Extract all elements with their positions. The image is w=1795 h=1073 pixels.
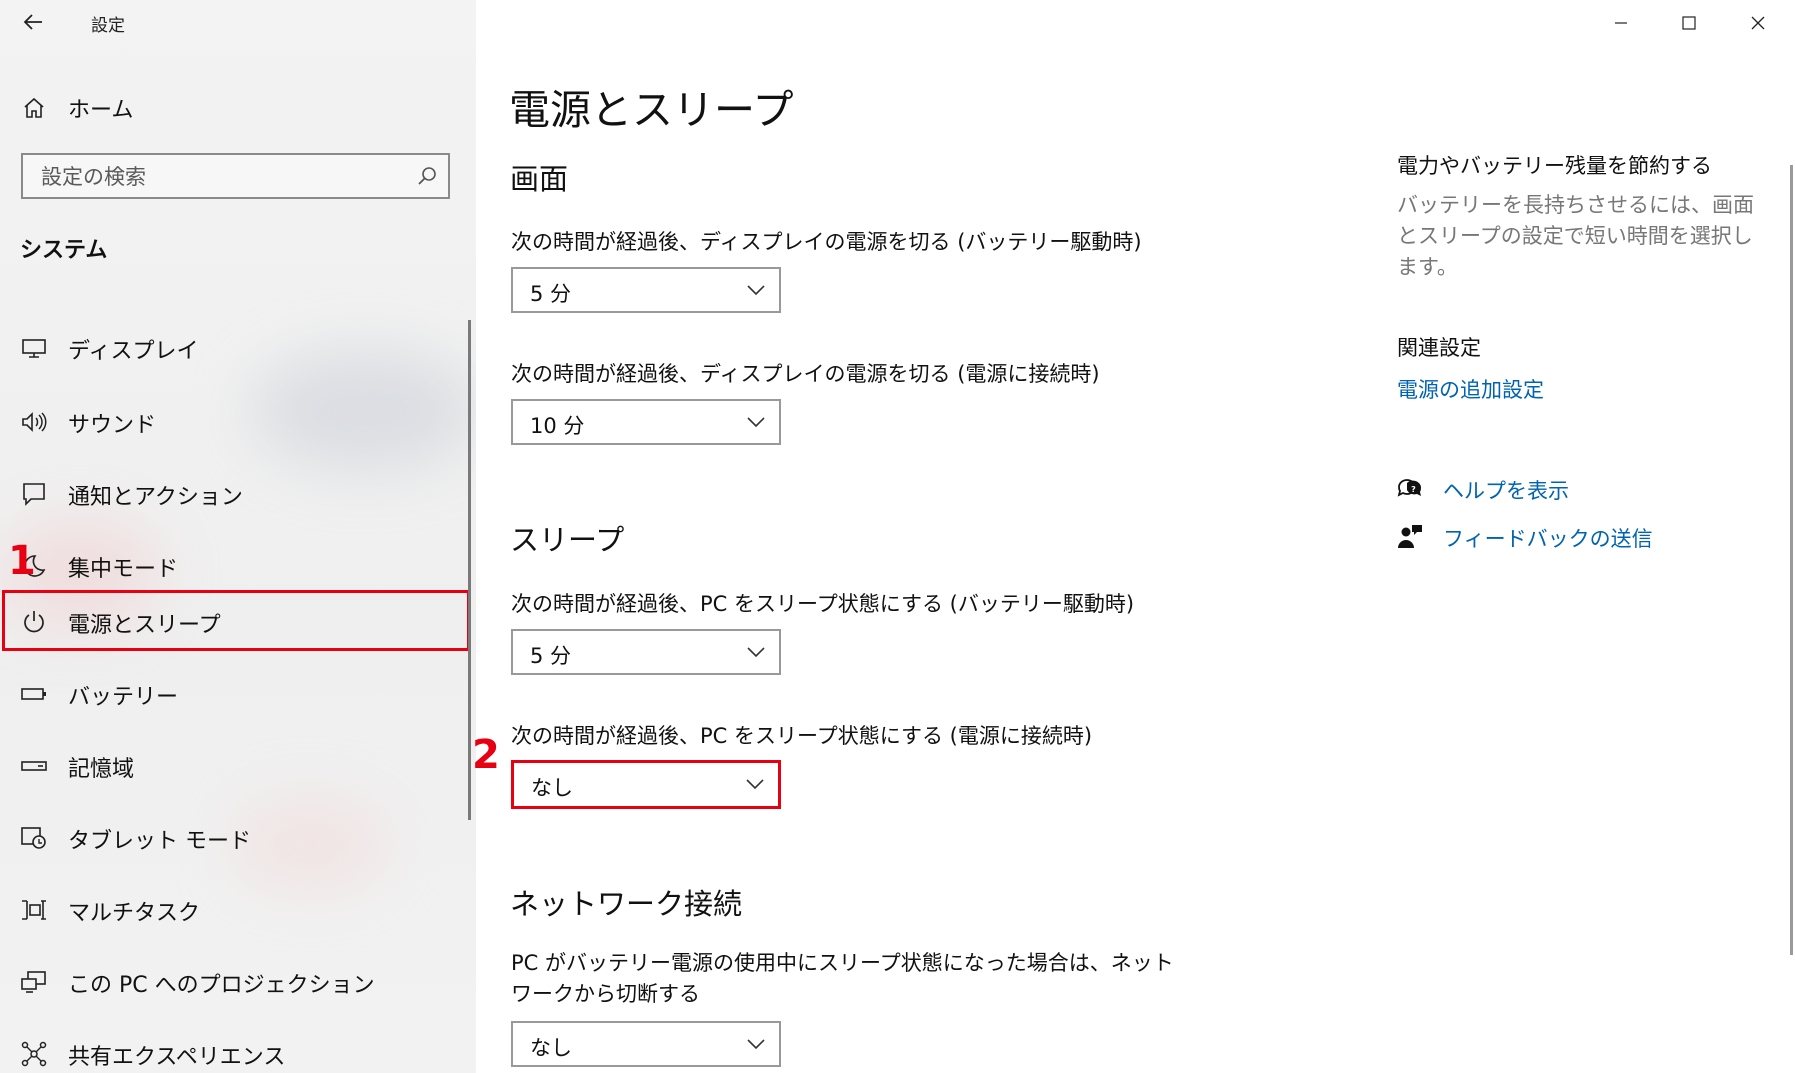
display-icon (20, 334, 48, 362)
sidebar-item-label: 集中モード (68, 557, 179, 582)
main-scrollbar[interactable] (1790, 165, 1793, 955)
network-dropdown[interactable]: なし (511, 1021, 781, 1067)
minimize-icon (1615, 22, 1627, 24)
sidebar-item-focus-assist[interactable]: 集中モード (0, 536, 470, 596)
maximize-button[interactable] (1666, 8, 1712, 38)
sleep-battery-label: 次の時間が経過後、PC をスリープ状態にする (バッテリー駆動時) (511, 592, 1135, 616)
tablet-mode-icon (20, 824, 48, 852)
app-title: 設定 (91, 16, 125, 36)
search-input[interactable] (39, 155, 403, 199)
back-button[interactable] (18, 8, 48, 36)
sidebar-item-shared-experience[interactable]: 共有エクスペリエンス (0, 1024, 470, 1073)
chevron-down-icon (747, 647, 765, 658)
dropdown-value: 5 分 (530, 282, 572, 306)
chevron-down-icon (747, 1039, 765, 1050)
save-power-description: バッテリーを長持ちさせるには、画面とスリープの設定で短い時間を選択します。 (1397, 193, 1754, 279)
svg-text:?: ? (1411, 485, 1416, 494)
sidebar-item-multitasking[interactable]: マルチタスク (0, 880, 470, 940)
maximize-icon (1682, 16, 1696, 30)
feedback-link[interactable]: フィードバックの送信 (1443, 523, 1653, 553)
help-icon: ? (1396, 475, 1424, 503)
sidebar-item-label: この PC へのプロジェクション (68, 973, 375, 998)
sleep-plugged-label: 次の時間が経過後、PC をスリープ状態にする (電源に接続時) (511, 724, 1093, 748)
sleep-battery-dropdown[interactable]: 5 分 (511, 629, 781, 675)
step2-number: 2 (472, 732, 500, 778)
sidebar-item-label: マルチタスク (68, 901, 201, 926)
dropdown-value: なし (531, 776, 573, 800)
close-icon (1751, 16, 1765, 30)
projection-icon (20, 968, 48, 996)
shared-experience-icon (20, 1040, 48, 1068)
chevron-down-icon (747, 285, 765, 296)
sidebar-item-label: バッテリー (68, 685, 179, 710)
close-button[interactable] (1735, 8, 1781, 38)
sound-icon (20, 408, 48, 436)
additional-power-settings-link[interactable]: 電源の追加設定 (1397, 374, 1544, 404)
dropdown-value: なし (530, 1036, 572, 1060)
sidebar-item-label: ディスプレイ (68, 339, 199, 364)
dropdown-value: 10 分 (530, 414, 585, 438)
sidebar-item-sound[interactable]: サウンド (0, 392, 470, 452)
chevron-down-icon (746, 779, 764, 790)
home-label: ホーム (68, 98, 134, 123)
sidebar-item-display[interactable]: ディスプレイ (0, 318, 470, 378)
search-box[interactable] (21, 153, 450, 199)
screen-battery-dropdown[interactable]: 5 分 (511, 267, 781, 313)
sidebar-item-label: サウンド (68, 413, 157, 438)
help-link[interactable]: ヘルプを表示 (1443, 475, 1569, 505)
network-description: PC がバッテリー電源の使用中にスリープ状態になった場合は、ネットワークから切断… (511, 951, 1174, 1006)
screen-battery-label: 次の時間が経過後、ディスプレイの電源を切る (バッテリー駆動時) (511, 230, 1142, 254)
screen-plugged-label: 次の時間が経過後、ディスプレイの電源を切る (電源に接続時) (511, 362, 1100, 386)
feedback-icon (1396, 523, 1424, 551)
sidebar-item-battery[interactable]: バッテリー (0, 664, 470, 724)
sidebar-item-tablet-mode[interactable]: タブレット モード (0, 808, 470, 868)
sidebar-item-label: 記憶域 (68, 757, 135, 782)
related-settings-heading: 関連設定 (1397, 336, 1481, 360)
network-section-heading: ネットワーク接続 (510, 887, 743, 921)
sidebar-item-label: タブレット モード (68, 829, 251, 854)
search-icon[interactable] (416, 165, 438, 187)
dropdown-value: 5 分 (530, 644, 572, 668)
sidebar-item-projection[interactable]: この PC へのプロジェクション (0, 952, 470, 1012)
step1-number: 1 (8, 538, 36, 584)
sidebar-item-label: 共有エクスペリエンス (68, 1045, 286, 1070)
screen-plugged-dropdown[interactable]: 10 分 (511, 399, 781, 445)
home-icon (20, 94, 48, 122)
sidebar-item-notifications[interactable]: 通知とアクション (0, 464, 470, 524)
multitasking-icon (20, 896, 48, 924)
save-power-heading: 電力やバッテリー残量を節約する (1397, 154, 1712, 178)
battery-icon (20, 680, 48, 708)
back-arrow-icon (23, 14, 42, 30)
title-bar: 設定 (0, 0, 476, 44)
sleep-plugged-dropdown[interactable]: なし (511, 760, 781, 809)
notification-icon (20, 480, 48, 508)
storage-icon (20, 752, 48, 780)
sleep-section-heading: スリープ (510, 523, 625, 557)
sidebar-item-label: 通知とアクション (68, 485, 243, 510)
sidebar-scrollbar[interactable] (468, 320, 471, 820)
sidebar-section-title: システム (20, 238, 108, 263)
screen-section-heading: 画面 (510, 162, 569, 196)
settings-sidebar: 設定 ホーム システム ディスプレイ サウンド 通知とアクション (0, 0, 476, 1073)
sidebar-item-storage[interactable]: 記憶域 (0, 736, 470, 796)
step1-highlight-box (2, 590, 470, 651)
minimize-button[interactable] (1598, 8, 1644, 38)
home-nav-item[interactable]: ホーム (0, 86, 476, 130)
chevron-down-icon (747, 417, 765, 428)
page-title: 電源とスリープ (509, 86, 794, 134)
